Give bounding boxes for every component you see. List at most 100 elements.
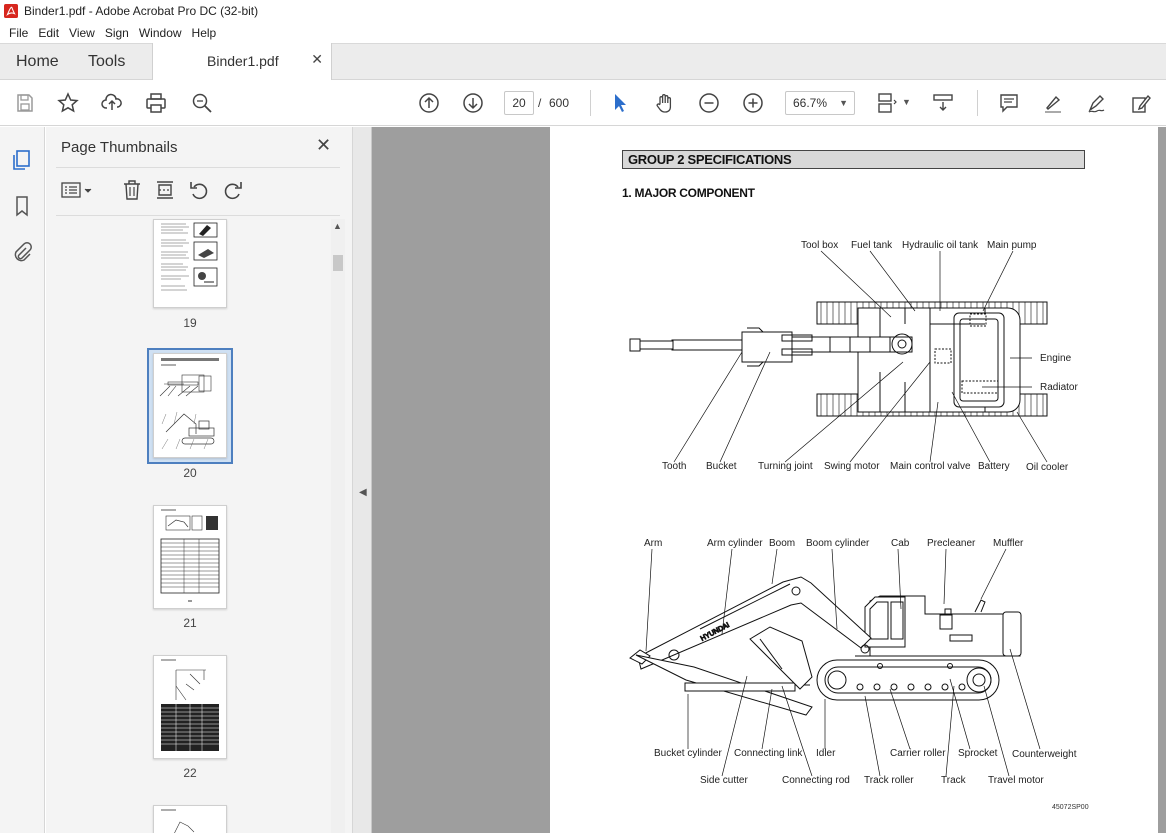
page-thumbnail-21[interactable] bbox=[153, 505, 227, 609]
page-thumbnail-19[interactable] bbox=[153, 219, 227, 308]
thumbnail-page-number: 19 bbox=[183, 316, 197, 330]
extract-pages-icon[interactable] bbox=[154, 179, 176, 201]
thumbnail-page-number: 22 bbox=[183, 766, 197, 780]
label-main-pump: Main pump bbox=[987, 240, 1037, 251]
label-travel-motor: Travel motor bbox=[988, 775, 1044, 786]
select-cursor-icon[interactable] bbox=[607, 90, 633, 116]
close-panel-icon[interactable]: ✕ bbox=[316, 135, 331, 156]
label-oil-cooler: Oil cooler bbox=[1026, 462, 1069, 473]
delete-page-icon[interactable] bbox=[121, 179, 143, 201]
menu-view[interactable]: View bbox=[64, 26, 100, 40]
thumbnail-scrollbar[interactable] bbox=[331, 219, 345, 833]
label-turning-joint: Turning joint bbox=[758, 461, 813, 472]
label-engine: Engine bbox=[1040, 353, 1072, 364]
scroll-up-arrow-icon[interactable]: ▲ bbox=[333, 221, 342, 231]
thumbnail-preview bbox=[161, 659, 219, 751]
chevron-down-icon: ▼ bbox=[839, 98, 848, 108]
menu-sign[interactable]: Sign bbox=[100, 26, 134, 40]
thumbnail-preview bbox=[161, 809, 195, 833]
left-navigation-rail bbox=[0, 127, 45, 833]
rotate-clockwise-icon[interactable] bbox=[222, 179, 244, 201]
label-side-cutter: Side cutter bbox=[700, 775, 748, 786]
bookmark-icon[interactable] bbox=[11, 195, 33, 217]
page-number-input[interactable]: 20 bbox=[504, 91, 534, 115]
upload-cloud-icon[interactable] bbox=[99, 90, 125, 116]
label-arm-cylinder: Arm cylinder bbox=[707, 538, 763, 549]
page-thumbnail-20[interactable] bbox=[153, 353, 227, 458]
label-bucket: Bucket bbox=[706, 461, 737, 472]
label-boom: Boom bbox=[769, 538, 795, 549]
label-radiator: Radiator bbox=[1040, 382, 1078, 393]
page-thumbnails-icon[interactable] bbox=[11, 149, 33, 171]
panel-title: Page Thumbnails bbox=[61, 139, 178, 156]
attachment-paperclip-icon[interactable] bbox=[11, 241, 33, 263]
excavator-side-view-diagram: HYUNDAI Arm Arm cylinder Boom Boom cylin… bbox=[629, 538, 1077, 786]
label-battery: Battery bbox=[978, 461, 1010, 472]
tab-home[interactable]: Home bbox=[16, 44, 59, 80]
star-icon[interactable] bbox=[55, 90, 81, 116]
fit-page-icon[interactable] bbox=[874, 90, 900, 116]
save-icon[interactable] bbox=[12, 90, 38, 116]
label-sprocket: Sprocket bbox=[958, 748, 998, 759]
zoom-search-icon[interactable] bbox=[189, 90, 215, 116]
hand-tool-icon[interactable] bbox=[652, 90, 678, 116]
section-heading: 1. MAJOR COMPONENT bbox=[622, 186, 755, 200]
thumbnail-page-number: 20 bbox=[183, 466, 197, 480]
highlight-pen-icon[interactable] bbox=[1040, 90, 1066, 116]
panel-divider bbox=[56, 215, 340, 216]
zoom-out-icon[interactable] bbox=[696, 90, 722, 116]
panel-divider bbox=[56, 167, 340, 168]
excavator-top-view-diagram: Tool box Fuel tank Hydraulic oil tank Ma… bbox=[629, 240, 1078, 473]
group-heading-bar: GROUP 2 SPECIFICATIONS bbox=[622, 150, 1085, 169]
next-page-icon[interactable] bbox=[460, 90, 486, 116]
panel-splitter[interactable]: ◀ bbox=[352, 127, 372, 833]
page-total: 600 bbox=[549, 96, 570, 110]
label-fuel-tank: Fuel tank bbox=[851, 240, 893, 251]
thumbnail-scrollbar-thumb[interactable] bbox=[333, 255, 343, 271]
edit-pdf-icon[interactable] bbox=[1128, 90, 1154, 116]
label-connecting-rod: Connecting rod bbox=[782, 775, 850, 786]
menu-edit[interactable]: Edit bbox=[33, 26, 64, 40]
document-view[interactable]: GROUP 2 SPECIFICATIONS 1. MAJOR COMPONEN… bbox=[372, 127, 1166, 833]
collapse-panel-arrow-icon[interactable]: ◀ bbox=[359, 487, 367, 498]
fit-page-chevron-icon[interactable]: ▼ bbox=[902, 97, 911, 107]
menu-help[interactable]: Help bbox=[187, 26, 222, 40]
label-hydraulic-oil-tank: Hydraulic oil tank bbox=[902, 240, 979, 251]
zoom-level-select[interactable]: 66.7% ▼ bbox=[785, 91, 855, 115]
zoom-in-icon[interactable] bbox=[740, 90, 766, 116]
tab-document[interactable]: Binder1.pdf ✕ bbox=[152, 43, 332, 80]
thumbnail-preview bbox=[161, 222, 218, 291]
thumbnail-page-number: 21 bbox=[183, 616, 197, 630]
label-main-control-valve: Main control valve bbox=[890, 461, 971, 472]
previous-page-icon[interactable] bbox=[416, 90, 442, 116]
toolbar: 20 / 600 66.7% ▼ ▼ bbox=[0, 80, 1166, 126]
zoom-level-value: 66.7% bbox=[793, 96, 828, 110]
menu-window[interactable]: Window bbox=[134, 26, 187, 40]
label-precleaner: Precleaner bbox=[927, 538, 976, 549]
label-cab: Cab bbox=[891, 538, 910, 549]
tab-bar: Home Tools Binder1.pdf ✕ bbox=[0, 43, 1166, 80]
tab-tools[interactable]: Tools bbox=[88, 44, 125, 80]
thumbnail-preview bbox=[159, 358, 219, 450]
toolbar-divider bbox=[590, 90, 591, 116]
rotate-counterclockwise-icon[interactable] bbox=[188, 179, 210, 201]
group-heading: GROUP 2 SPECIFICATIONS bbox=[628, 152, 792, 167]
label-track: Track bbox=[941, 775, 967, 786]
sign-pen-icon[interactable] bbox=[1084, 90, 1110, 116]
scroll-mode-icon[interactable] bbox=[930, 90, 956, 116]
label-carrier-roller: Carrier roller bbox=[890, 748, 946, 759]
acrobat-logo-icon bbox=[4, 4, 18, 18]
label-track-roller: Track roller bbox=[864, 775, 914, 786]
toolbar-divider bbox=[977, 90, 978, 116]
page-separator: / bbox=[538, 96, 542, 110]
thumbnail-options-icon[interactable] bbox=[61, 179, 95, 201]
label-boom-cylinder: Boom cylinder bbox=[806, 538, 870, 549]
label-idler: Idler bbox=[816, 748, 836, 759]
page-thumbnail-22[interactable] bbox=[153, 655, 227, 759]
print-icon[interactable] bbox=[143, 90, 169, 116]
close-tab-icon[interactable]: ✕ bbox=[311, 51, 323, 68]
menu-file[interactable]: File bbox=[4, 26, 33, 40]
tab-document-label: Binder1.pdf bbox=[207, 53, 279, 69]
comment-icon[interactable] bbox=[996, 90, 1022, 116]
page-thumbnail-23[interactable] bbox=[153, 805, 227, 833]
